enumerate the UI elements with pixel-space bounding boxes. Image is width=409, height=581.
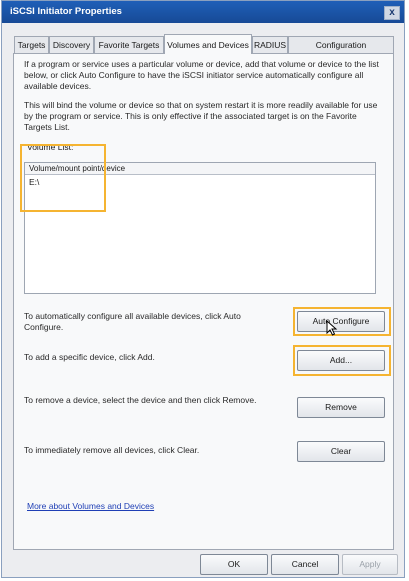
tab-configuration[interactable]: Configuration <box>288 36 394 53</box>
clear-description: To immediately remove all devices, click… <box>24 445 200 455</box>
tab-discovery[interactable]: Discovery <box>49 36 94 53</box>
close-icon: x <box>389 7 395 18</box>
tab-volumes-and-devices[interactable]: Volumes and Devices <box>164 34 252 54</box>
cancel-button[interactable]: Cancel <box>271 554 339 575</box>
intro-paragraph: If a program or service uses a particula… <box>24 59 379 91</box>
clear-button[interactable]: Clear <box>297 441 385 462</box>
annotation-highlight-add <box>293 345 391 376</box>
auto-configure-description: To automatically configure all available… <box>24 311 241 332</box>
remove-button[interactable]: Remove <box>297 397 385 418</box>
ok-button[interactable]: OK <box>200 554 268 575</box>
tab-targets[interactable]: Targets <box>14 36 49 53</box>
annotation-highlight-auto-configure <box>293 307 391 336</box>
dialog-title: iSCSI Initiator Properties <box>10 6 122 17</box>
remove-description: To remove a device, select the device an… <box>24 395 257 405</box>
close-button[interactable]: x <box>384 6 400 20</box>
volumes-devices-panel: If a program or service uses a particula… <box>13 53 394 550</box>
tab-radius[interactable]: RADIUS <box>252 36 288 53</box>
mouse-cursor-icon <box>326 320 338 336</box>
apply-button[interactable]: Apply <box>342 554 398 575</box>
annotation-highlight-volume-list <box>20 144 106 212</box>
binding-paragraph: This will bind the volume or device so t… <box>24 100 378 132</box>
more-about-volumes-link[interactable]: More about Volumes and Devices <box>27 501 154 511</box>
dialog-window: iSCSI Initiator Properties x Targets Dis… <box>1 0 405 578</box>
add-description: To add a specific device, click Add. <box>24 352 155 362</box>
tab-favorite-targets[interactable]: Favorite Targets <box>94 36 164 53</box>
title-bar: iSCSI Initiator Properties x <box>2 1 404 23</box>
